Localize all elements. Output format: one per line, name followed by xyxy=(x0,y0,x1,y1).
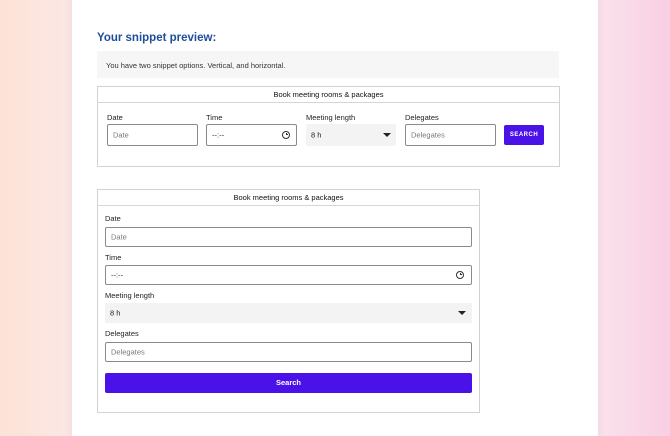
date-input[interactable]: Date xyxy=(105,227,472,247)
delegates-input[interactable]: Delegates xyxy=(405,124,496,146)
time-label: Time xyxy=(206,113,223,122)
page-title: Your snippet preview: xyxy=(97,32,217,44)
delegates-placeholder: Delegates xyxy=(111,347,145,357)
meeting-length-value: 8 h xyxy=(110,308,121,318)
horizontal-snippet: Book meeting rooms & packages Date Date … xyxy=(97,86,560,167)
delegates-label: Delegates xyxy=(105,329,139,338)
meeting-length-select[interactable]: 8 h xyxy=(105,303,472,323)
date-placeholder: Date xyxy=(113,130,129,140)
info-box: You have two snippet options. Vertical, … xyxy=(97,51,559,78)
meeting-length-label: Meeting length xyxy=(105,291,155,300)
date-placeholder: Date xyxy=(111,232,127,242)
panel-shadow-right xyxy=(598,0,606,436)
snippet-title: Book meeting rooms & packages xyxy=(98,87,559,103)
time-value: --:-- xyxy=(111,270,124,280)
date-label: Date xyxy=(105,214,121,223)
panel-shadow-left xyxy=(64,0,72,436)
vertical-snippet: Book meeting rooms & packages Date Date … xyxy=(97,189,480,413)
clock-icon[interactable] xyxy=(456,271,464,279)
time-input[interactable]: --:-- xyxy=(105,265,472,285)
clock-icon[interactable] xyxy=(282,131,290,139)
delegates-label: Delegates xyxy=(405,113,439,122)
chevron-down-icon xyxy=(458,311,466,315)
snippet-title: Book meeting rooms & packages xyxy=(98,190,479,206)
meeting-length-label: Meeting length xyxy=(306,113,356,122)
meeting-length-select[interactable]: 8 h xyxy=(306,124,396,146)
chevron-down-icon xyxy=(383,133,391,137)
search-button[interactable]: Search xyxy=(105,373,472,393)
meeting-length-value: 8 h xyxy=(311,130,322,140)
delegates-input[interactable]: Delegates xyxy=(105,342,472,362)
time-value: --:-- xyxy=(212,130,225,140)
delegates-placeholder: Delegates xyxy=(411,130,445,140)
date-label: Date xyxy=(107,113,123,122)
time-label: Time xyxy=(105,253,122,262)
time-input[interactable]: --:-- xyxy=(206,124,297,146)
date-input[interactable]: Date xyxy=(107,124,198,146)
search-button[interactable]: SEARCH xyxy=(504,125,544,145)
